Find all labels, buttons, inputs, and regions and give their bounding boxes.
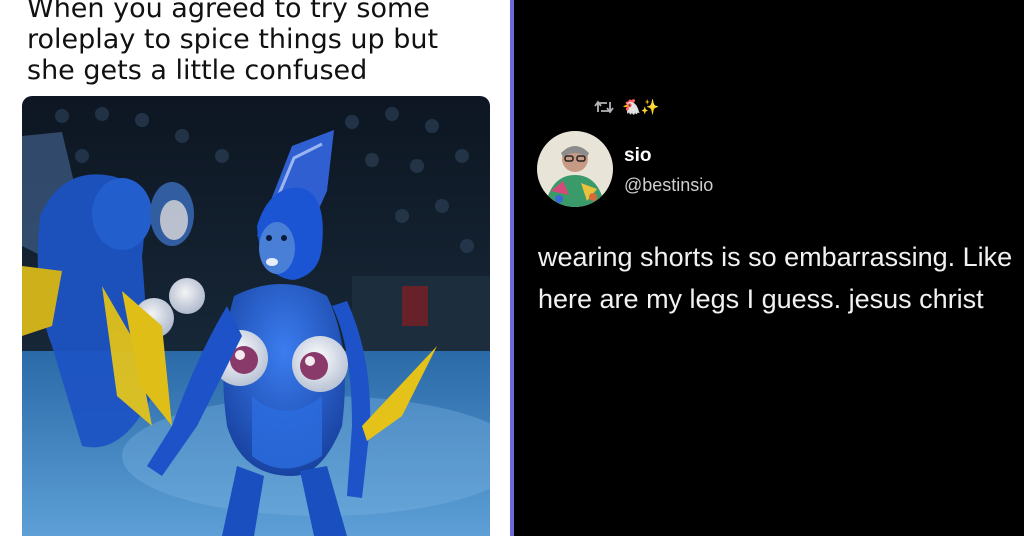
- meme-panel: When you agreed to try some roleplay to …: [0, 0, 510, 536]
- meme-caption: When you agreed to try some roleplay to …: [27, 0, 439, 86]
- profile-avatar[interactable]: [537, 131, 613, 207]
- meme-photo: [22, 96, 490, 536]
- ice-show-illustration: [22, 96, 490, 536]
- user-handle[interactable]: @bestinsio: [624, 175, 713, 196]
- tweet-text: wearing shorts is so embarrassing. Like …: [538, 242, 1013, 314]
- display-name[interactable]: sio: [624, 145, 651, 167]
- retweeter-emoji: 🐔✨: [622, 98, 660, 116]
- retweet-icon[interactable]: [594, 99, 614, 115]
- tweet-panel: 🐔✨ sio @bestinsio wearing shorts is so e…: [514, 0, 1024, 536]
- retweet-row: 🐔✨: [594, 96, 659, 118]
